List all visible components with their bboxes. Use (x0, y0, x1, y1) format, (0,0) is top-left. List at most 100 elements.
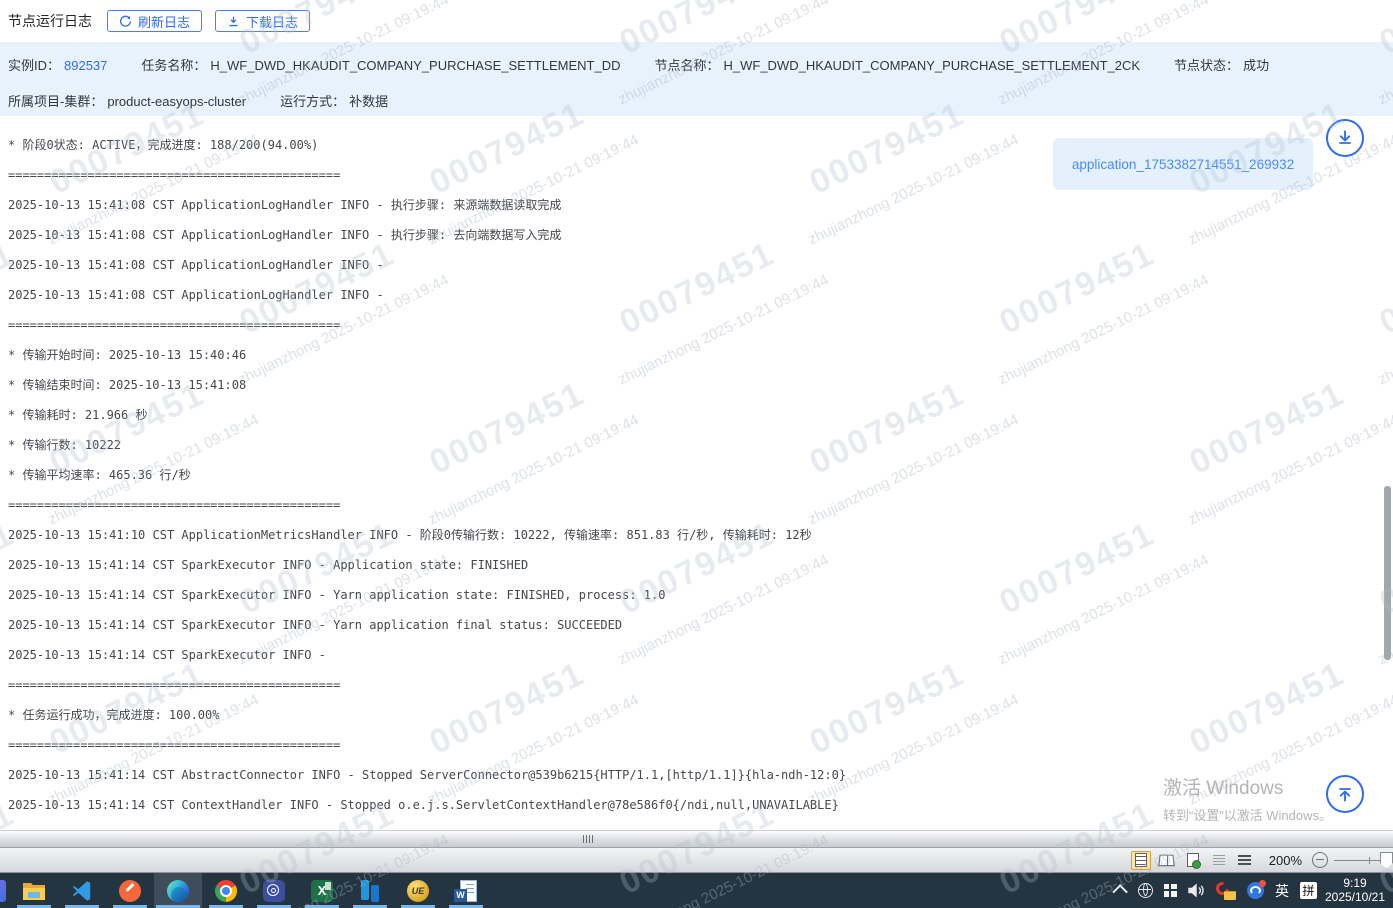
tray-windows-panes-icon[interactable] (1164, 884, 1177, 897)
arrow-down-icon (1335, 128, 1355, 148)
status-bar: 200% (0, 848, 1393, 873)
taskbar-app-vscode[interactable] (58, 873, 106, 908)
taskbar-app-chat-app[interactable] (250, 873, 298, 908)
info-label: 任务名称： (141, 58, 206, 73)
tray-ime-pinyin-icon[interactable]: 拼 (1300, 882, 1317, 899)
notification-badge (1259, 880, 1266, 887)
status-bar-right: 200% (1131, 848, 1393, 872)
read-mode-icon (1158, 855, 1175, 867)
info-value: 补数据 (349, 94, 388, 109)
orange-pen-app-icon (119, 880, 141, 902)
zoom-slider-thumb[interactable] (1380, 852, 1393, 869)
system-tray: 英拼 (1116, 873, 1317, 908)
edge-icon (167, 880, 189, 902)
scrollbar-grip[interactable] (583, 835, 593, 843)
download-icon (227, 15, 240, 28)
refresh-log-button[interactable]: 刷新日志 (107, 10, 202, 32)
clock-date: 2025/10/21 (1319, 890, 1391, 904)
taskbar-app-excel[interactable]: X (298, 873, 346, 908)
activation-line2: 转到“设置”以激活 Windows。 (1163, 805, 1332, 824)
arrow-up-icon (1335, 784, 1355, 804)
ultraedit-icon: UE (407, 880, 429, 902)
file-explorer-icon (22, 879, 46, 903)
info-field: 节点状态： 成功 (1174, 55, 1269, 74)
tray-tim-icon[interactable] (1247, 882, 1264, 899)
tray-ime-en-icon[interactable]: 英 (1275, 881, 1289, 901)
taskbar-app-file-explorer[interactable] (10, 873, 58, 908)
log-separator: ========================================… (8, 490, 1384, 520)
taskbar-app-hidden-partial[interactable] (0, 873, 10, 908)
log-line: * 传输行数: 10222 (8, 430, 1384, 460)
instance-info-panel: 实例ID：892537 任务名称： H_WF_DWD_HKAUDIT_COMPANY… (0, 42, 1393, 116)
log-line: * 传输开始时间: 2025-10-13 15:40:46 (8, 340, 1384, 370)
log-line: * 传输耗时: 21.966 秒 (8, 400, 1384, 430)
info-field: 实例ID：892537 (8, 55, 107, 74)
log-separator: ========================================… (8, 310, 1384, 340)
zoom-slider-track[interactable] (1334, 860, 1384, 861)
taskbar-app-word[interactable]: W (442, 873, 490, 908)
view-switcher (1131, 851, 1255, 870)
scroll-to-top-button[interactable] (1326, 775, 1364, 813)
taskbar-apps: X UE W (0, 873, 490, 908)
info-label: 所属项目-集群： (8, 94, 103, 109)
info-value: H_WF_DWD_HKAUDIT_COMPANY_PURCHASE_SETTLE… (723, 58, 1140, 73)
zoom-out-button[interactable] (1312, 852, 1328, 868)
tray-network-globe-icon[interactable] (1138, 883, 1153, 898)
taskbar-app-ultraedit[interactable]: UE (394, 873, 442, 908)
log-separator: ========================================… (8, 670, 1384, 700)
log-line: 2025-10-13 15:41:14 CST SparkExecutor IN… (8, 640, 1384, 670)
log-line: 2025-10-13 15:41:08 CST ApplicationLogHa… (8, 280, 1384, 310)
taskbar-app-chrome[interactable] (202, 873, 250, 908)
draft-icon (1238, 855, 1251, 865)
view-web-layout-button[interactable] (1183, 851, 1203, 870)
excel-icon: X (311, 880, 333, 902)
info-field: 运行方式：补数据 (280, 91, 388, 110)
screen: 节点运行日志 刷新日志 下载日志 实例ID：892537 任务名称： H_WF_DW… (0, 0, 1393, 908)
tray-volume-icon[interactable] (1188, 883, 1205, 898)
log-line: 2025-10-13 15:41:08 CST ApplicationLogHa… (8, 220, 1384, 250)
log-line: 2025-10-13 15:41:14 CST SparkExecutor IN… (8, 610, 1384, 640)
tray-foxmail-icon[interactable] (1216, 882, 1236, 900)
taskbar-app-hbuilder[interactable] (346, 873, 394, 908)
view-print-layout-button[interactable] (1131, 851, 1151, 870)
info-value[interactable]: 892537 (64, 58, 107, 73)
view-draft-button[interactable] (1235, 851, 1255, 870)
view-read-mode-button[interactable] (1157, 851, 1177, 870)
windows-taskbar: X UE W 英拼 9:19 2025/10/21 (0, 873, 1393, 908)
refresh-label: 刷新日志 (138, 12, 190, 31)
outline-icon (1213, 855, 1225, 865)
log-content: * 阶段0状态: ACTIVE，完成进度: 188/200(94.00%)===… (0, 116, 1384, 830)
tray-chevron-up-icon[interactable] (1116, 885, 1127, 896)
download-label: 下载日志 (246, 12, 298, 31)
web-layout-icon (1187, 853, 1199, 867)
vertical-scrollbar-thumb[interactable] (1384, 486, 1391, 660)
view-outline-button[interactable] (1209, 851, 1229, 870)
log-line: 2025-10-13 15:41:14 CST SparkExecutor IN… (8, 580, 1384, 610)
log-separator: ========================================… (8, 730, 1384, 760)
download-log-button[interactable]: 下载日志 (215, 10, 310, 32)
info-value: H_WF_DWD_HKAUDIT_COMPANY_PURCHASE_SETTLE… (210, 58, 620, 73)
application-id-text: application_1753382714551_269932 (1072, 157, 1294, 172)
clock-time: 9:19 (1319, 876, 1391, 890)
taskbar-app-orange-pen-app[interactable] (106, 873, 154, 908)
info-label: 节点状态： (1174, 58, 1239, 73)
log-line: 2025-10-13 15:41:14 CST SparkExecutor IN… (8, 550, 1384, 580)
windows-activation-watermark: 激活 Windows 转到“设置”以激活 Windows。 (1163, 773, 1332, 824)
log-line: * 传输结束时间: 2025-10-13 15:41:08 (8, 370, 1384, 400)
info-row-1: 实例ID：892537 任务名称： H_WF_DWD_HKAUDIT_COMPANY… (8, 55, 1385, 74)
info-value: product-easyops-cluster (107, 94, 246, 109)
log-line: 2025-10-13 15:41:08 CST ApplicationLogHa… (8, 250, 1384, 280)
print-layout-icon (1135, 853, 1147, 867)
horizontal-scrollbar[interactable] (0, 830, 1393, 848)
hbuilder-icon (359, 880, 381, 902)
page-title: 节点运行日志 (8, 11, 92, 31)
info-value: 成功 (1243, 58, 1269, 73)
taskbar-app-edge[interactable] (154, 873, 202, 908)
application-id-badge[interactable]: application_1753382714551_269932 (1053, 138, 1313, 190)
info-row-2: 所属项目-集群： product-easyops-cluster 运行方式：补数据 (8, 91, 1385, 110)
refresh-icon (119, 15, 132, 28)
vscode-icon (70, 879, 94, 903)
scroll-to-bottom-button[interactable] (1326, 119, 1364, 157)
taskbar-clock[interactable]: 9:19 2025/10/21 (1319, 876, 1391, 904)
info-field: 节点名称：H_WF_DWD_HKAUDIT_COMPANY_PURCHASE_S… (654, 55, 1140, 74)
